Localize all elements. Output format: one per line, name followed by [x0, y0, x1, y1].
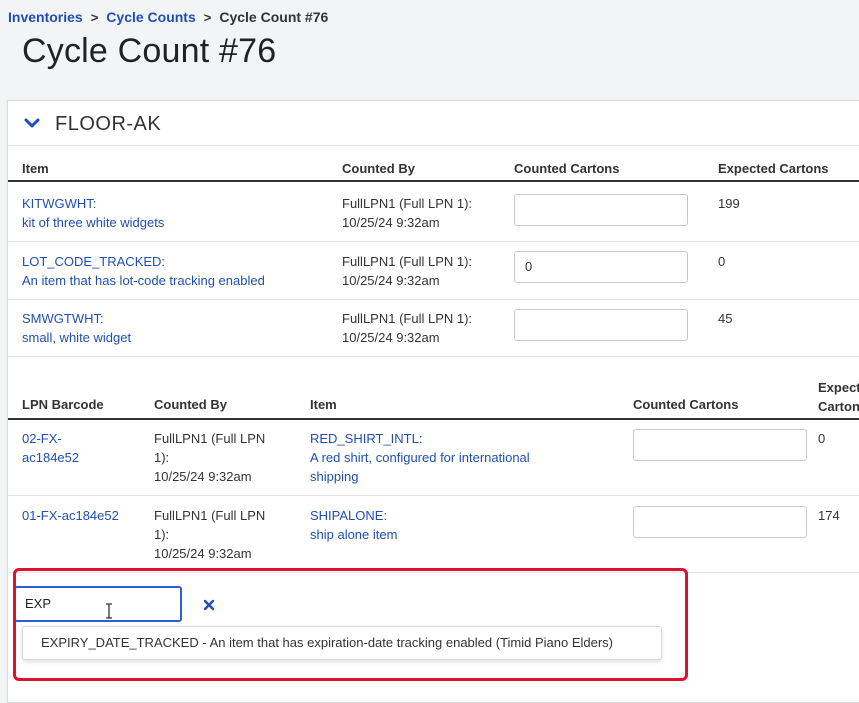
counted-by-cell: FullLPN1 (Full LPN 1): 10/25/24 9:32am: [154, 429, 265, 486]
column-header-counted-by: Counted By: [342, 161, 415, 176]
row-divider: [8, 299, 859, 300]
table-row: LOT_CODE_TRACKED: An item that has lot-c…: [22, 252, 265, 290]
lpn-barcode-link[interactable]: ac184e52: [22, 448, 79, 467]
lpn-barcode-cell: 02-FX- ac184e52: [22, 429, 79, 467]
expected-cartons-value: 0: [818, 431, 826, 446]
chevron-down-icon[interactable]: [22, 113, 42, 133]
item-description-link[interactable]: shipping: [310, 467, 530, 486]
breadcrumb-separator: >: [90, 9, 99, 25]
item-code-link[interactable]: RED_SHIRT_INTL:: [310, 429, 530, 448]
counted-by-time: 10/25/24 9:32am: [154, 546, 252, 561]
close-icon[interactable]: [203, 599, 215, 611]
counted-by-cell: FullLPN1 (Full LPN 1): 10/25/24 9:32am: [342, 194, 472, 232]
counted-by-user: 1):: [154, 527, 170, 542]
expected-cartons-value: 45: [718, 311, 733, 326]
column-header-expected-cartons: Expect Carton: [818, 378, 859, 416]
row-divider: [8, 356, 859, 357]
expected-cartons-value: 174: [818, 508, 840, 523]
row-divider: [8, 495, 859, 496]
item-cell: RED_SHIRT_INTL: A red shirt, configured …: [310, 429, 530, 486]
lpn-barcode-link[interactable]: 01-FX-ac184e52: [22, 506, 119, 525]
item-description-link[interactable]: A red shirt, configured for internationa…: [310, 448, 530, 467]
column-header-item: Item: [310, 397, 337, 412]
column-header-counted-by: Counted By: [154, 397, 227, 412]
item-code-link[interactable]: LOT_CODE_TRACKED:: [22, 252, 265, 271]
column-header-expected-cartons: Expected Cartons: [718, 161, 829, 176]
breadcrumb: Inventories > Cycle Counts > Cycle Count…: [8, 9, 328, 25]
item-description-link[interactable]: kit of three white widgets: [22, 213, 164, 232]
counted-by-user: FullLPN1 (Full LPN 1):: [342, 254, 473, 269]
counted-by-user: FullLPN1 (Full LPN: [154, 431, 266, 446]
expected-cartons-value: 199: [718, 196, 740, 211]
counted-by-time: 10/25/24 9:32am: [154, 469, 252, 484]
lpn-barcode-cell: 01-FX-ac184e52: [22, 506, 119, 525]
item-code-link[interactable]: KITWGWHT:: [22, 194, 164, 213]
counted-cartons-input[interactable]: [514, 194, 688, 226]
column-header-item: Item: [22, 161, 49, 176]
counted-by-user: 1):: [154, 450, 170, 465]
autocomplete-suggestion[interactable]: EXPIRY_DATE_TRACKED - An item that has e…: [22, 626, 662, 660]
item-code-link[interactable]: SMWGTWHT:: [22, 309, 131, 328]
column-header-counted-cartons: Counted Cartons: [514, 161, 620, 176]
counted-by-cell: FullLPN1 (Full LPN 1): 10/25/24 9:32am: [154, 506, 265, 563]
counted-by-time: 10/25/24 9:32am: [342, 273, 440, 288]
counted-cartons-input[interactable]: [633, 506, 807, 538]
column-header-lpn-barcode: LPN Barcode: [22, 397, 104, 412]
item-code-link[interactable]: SHIPALONE:: [310, 506, 397, 525]
lpn-barcode-link[interactable]: 02-FX-: [22, 429, 79, 448]
text-cursor-icon: [106, 603, 112, 619]
counted-cartons-input[interactable]: [633, 429, 807, 461]
counted-cartons-input[interactable]: [514, 309, 688, 341]
zone-header[interactable]: FLOOR-AK: [8, 101, 859, 146]
item-description-link[interactable]: An item that has lot-code tracking enabl…: [22, 271, 265, 290]
breadcrumb-current: Cycle Count #76: [219, 9, 329, 25]
column-header-counted-cartons: Counted Cartons: [633, 397, 739, 412]
table-header-rule: [8, 180, 859, 182]
zone-name: FLOOR-AK: [55, 113, 162, 135]
table-row: KITWGWHT: kit of three white widgets: [22, 194, 164, 232]
counted-by-user: FullLPN1 (Full LPN 1):: [342, 196, 473, 211]
breadcrumb-separator: >: [203, 9, 212, 25]
counted-by-user: FullLPN1 (Full LPN: [154, 508, 266, 523]
item-description-link[interactable]: small, white widget: [22, 328, 131, 347]
row-divider: [8, 572, 859, 573]
table-header-rule: [8, 418, 859, 420]
counted-by-cell: FullLPN1 (Full LPN 1): 10/25/24 9:32am: [342, 309, 472, 347]
counted-by-time: 10/25/24 9:32am: [342, 215, 440, 230]
breadcrumb-inventories-link[interactable]: Inventories: [8, 9, 83, 25]
counted-by-cell: FullLPN1 (Full LPN 1): 10/25/24 9:32am: [342, 252, 472, 290]
row-divider: [8, 241, 859, 242]
item-description-link[interactable]: ship alone item: [310, 525, 397, 544]
header-line: Expect: [818, 380, 859, 395]
counted-by-user: FullLPN1 (Full LPN 1):: [342, 311, 473, 326]
header-line: Carton: [818, 399, 859, 414]
counted-by-time: 10/25/24 9:32am: [342, 330, 440, 345]
page-title: Cycle Count #76: [22, 32, 277, 70]
counted-cartons-input[interactable]: 0: [514, 251, 688, 283]
expected-cartons-value: 0: [718, 254, 726, 269]
breadcrumb-cycle-counts-link[interactable]: Cycle Counts: [106, 9, 195, 25]
add-item-search-input[interactable]: EXP: [14, 586, 182, 622]
item-cell: SHIPALONE: ship alone item: [310, 506, 397, 544]
table-row: SMWGTWHT: small, white widget: [22, 309, 131, 347]
